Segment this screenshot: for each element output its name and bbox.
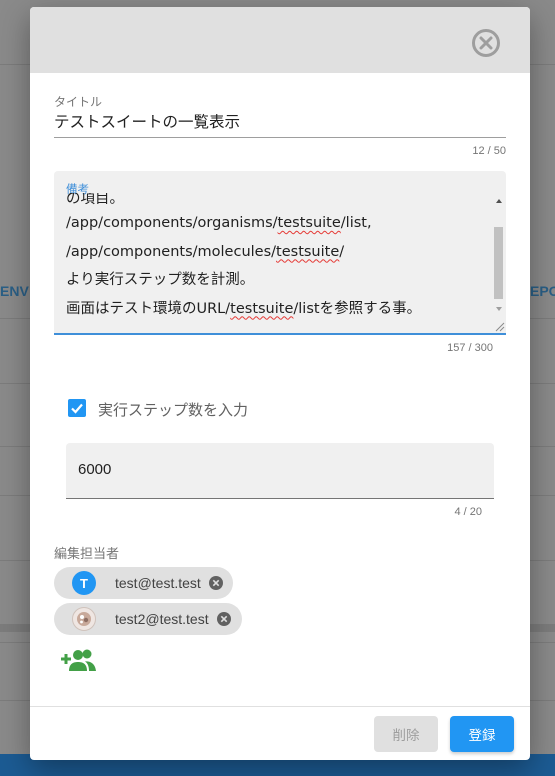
remove-circle-icon [216,612,231,626]
add-editor-button[interactable] [60,647,98,673]
scroll-up-arrow-icon[interactable] [496,199,502,203]
memo-line: より実行ステップ数を計測。 [66,272,255,288]
avatar [72,607,96,631]
editor-email: test2@test.test [115,611,209,627]
memo-textarea[interactable]: 備考 の項目。/app/components/organisms/testsui… [54,171,506,335]
memo-line: /app/components/organisms/testsuite/list… [66,209,484,238]
avatar: T [72,571,96,595]
editors-label: 編集担当者 [54,546,120,561]
background-column-left: ENV [0,283,29,299]
avatar-image-icon [77,612,91,626]
title-input-underline [54,137,506,138]
step-count-value: 6000 [78,461,112,478]
footer-divider [30,706,530,707]
editor-chip: T test@test.test [54,567,233,599]
close-circle-icon [472,29,500,57]
remove-editor-button[interactable] [208,575,224,591]
resize-grip-icon[interactable] [493,320,505,332]
remove-circle-icon [208,576,223,590]
remove-editor-button[interactable] [216,611,232,627]
spellcheck-word: testsuite [276,243,340,260]
memo-text-segment: /app/components/molecules/ [66,243,277,260]
dialog-header [30,7,530,73]
step-char-counter: 4 / 20 [454,506,482,518]
close-button[interactable] [470,27,502,59]
step-count-checkbox[interactable] [68,399,86,417]
memo-line: の項目。 [66,193,124,207]
check-icon [71,403,83,414]
spellcheck-word: testsuite [230,300,294,317]
memo-text: の項目。/app/components/organisms/testsuite/… [66,193,484,323]
edit-testsuite-dialog: タイトル テストスイートの一覧表示 12 / 50 備考 の項目。/app/co… [30,7,530,760]
delete-button[interactable]: 削除 [374,716,438,752]
title-field-label: タイトル [54,95,103,109]
scroll-down-arrow-icon[interactable] [496,307,502,311]
step-count-checkbox-label[interactable]: 実行ステップ数を入力 [98,399,248,420]
memo-text-segment: /app/components/organisms/ [66,215,278,231]
editor-chip: test2@test.test [54,603,242,635]
register-button[interactable]: 登録 [450,716,514,752]
spellcheck-word: testsuite [277,215,341,231]
add-user-icon [61,649,96,671]
background-column-right: EPO [530,283,555,299]
title-input[interactable]: テストスイートの一覧表示 [54,110,240,132]
memo-scroll-thumb[interactable] [494,227,503,299]
memo-text-segment: /listを参照する事。 [293,300,422,317]
memo-text-segment: 画面はテスト環境のURL/ [66,300,231,317]
memo-line: /app/components/molecules/testsuite/ [66,238,484,267]
editor-email: test@test.test [115,575,201,591]
step-count-input[interactable]: 6000 [66,443,494,499]
title-char-counter: 12 / 50 [472,145,506,157]
memo-line: 画面はテスト環境のURL/testsuite/listを参照する事。 [66,295,484,324]
memo-text-segment: /list, [340,215,372,231]
memo-text-segment: / [339,243,345,260]
memo-char-counter: 157 / 300 [447,342,493,354]
